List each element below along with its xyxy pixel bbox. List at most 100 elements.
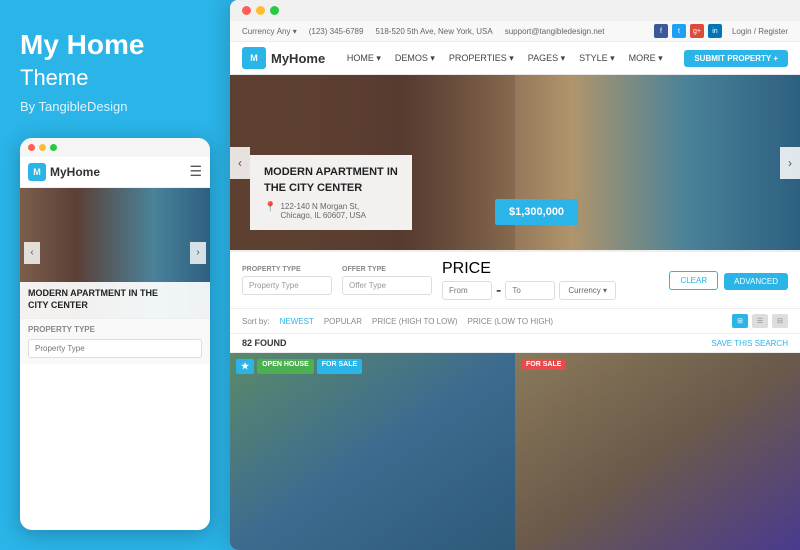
nav-demos[interactable]: DEMOS ▾ — [395, 53, 435, 64]
desktop-logo-text: MyHome — [271, 51, 325, 66]
hero-address-line2: Chicago, IL 60607, USA — [280, 211, 366, 220]
mobile-logo-text: MyHome — [50, 165, 100, 179]
desktop-logo-icon: M — [242, 47, 266, 69]
twitter-icon[interactable]: t — [672, 24, 686, 38]
nav-more[interactable]: MORE ▾ — [629, 53, 663, 64]
sort-label: Sort by: — [242, 317, 270, 326]
hero-content: MODERN APARTMENT IN THE CITY CENTER 📍 12… — [250, 155, 412, 230]
map-view-icon[interactable]: ⊟ — [772, 314, 788, 328]
desktop-hero: ‹ MODERN APARTMENT IN THE CITY CENTER 📍 … — [230, 75, 800, 250]
hamburger-icon[interactable]: ☰ — [189, 163, 202, 180]
property-type-field: PROPERTY TYPE Property Type — [242, 266, 332, 295]
linkedin-icon[interactable]: in — [708, 24, 722, 38]
nav-properties[interactable]: PROPERTIES ▾ — [449, 53, 514, 64]
advanced-button[interactable]: ADVANCED — [724, 273, 788, 290]
mobile-mockup: M MyHome ☰ ‹ › MODERN APARTMENT IN THE C… — [20, 138, 210, 530]
hero-address-line1: 122-140 N Morgan St, — [280, 202, 359, 211]
email-info: support@tangibledesign.net — [505, 27, 605, 36]
mobile-property-type-section: PROPERTY TYPE Property Type — [20, 318, 210, 364]
submit-property-label: SUBMIT PROPERTY + — [694, 54, 778, 63]
desktop-header: Currency Any ▾ (123) 345-6789 518-520 5t… — [230, 21, 800, 75]
mobile-next-button[interactable]: › — [190, 242, 206, 264]
price-to-input[interactable] — [505, 281, 555, 300]
login-link[interactable]: Login / Register — [732, 27, 788, 36]
view-icons: ⊞ ☰ ⊟ — [732, 314, 788, 328]
currency-dropdown[interactable]: Currency ▾ — [559, 281, 616, 300]
mobile-logo: M MyHome — [28, 163, 100, 181]
save-search-link[interactable]: SAVE THIS SEARCH — [711, 339, 788, 348]
listing-badges-1: ★ OPEN HOUSE FOR SALE — [236, 359, 362, 374]
mobile-prev-button[interactable]: ‹ — [24, 242, 40, 264]
desktop-top-bar — [230, 0, 800, 21]
listing-image-2 — [515, 353, 800, 550]
mobile-hero: ‹ › MODERN APARTMENT IN THE CITY CENTER — [20, 188, 210, 318]
sort-newest[interactable]: NEWEST — [280, 317, 314, 326]
theme-by: By TangibleDesign — [20, 99, 210, 114]
listings: ★ OPEN HOUSE FOR SALE FOR SALE — [230, 353, 800, 550]
mobile-property-type-label: PROPERTY TYPE — [28, 325, 202, 334]
list-view-icon[interactable]: ☰ — [752, 314, 768, 328]
for-sale-badge-1: FOR SALE — [317, 359, 362, 374]
hero-price: $1,300,000 — [509, 206, 564, 218]
hero-price-button[interactable]: $1,300,000 — [495, 199, 578, 225]
googleplus-icon[interactable]: g+ — [690, 24, 704, 38]
desktop-dot-red — [242, 6, 251, 15]
mobile-top-bar — [20, 138, 210, 157]
mobile-property-type-select[interactable]: Property Type — [28, 339, 202, 358]
desktop-dot-yellow — [256, 6, 265, 15]
listing-card-1[interactable]: ★ OPEN HOUSE FOR SALE — [230, 353, 515, 550]
desktop-nav-links: HOME ▾ DEMOS ▾ PROPERTIES ▾ PAGES ▾ STYL… — [347, 53, 663, 64]
right-panel: Currency Any ▾ (123) 345-6789 518-520 5t… — [230, 0, 800, 550]
search-bar: PROPERTY TYPE Property Type OFFER TYPE O… — [230, 250, 800, 309]
sort-price-low[interactable]: PRICE (LOW TO HIGH) — [468, 317, 554, 326]
sort-popular[interactable]: POPULAR — [324, 317, 362, 326]
price-inputs: - Currency ▾ — [442, 281, 616, 300]
for-sale-badge-2: FOR SALE — [521, 359, 566, 370]
found-bar: 82 FOUND SAVE THIS SEARCH — [230, 334, 800, 353]
desktop-logo: M MyHome — [242, 47, 325, 69]
hero-next-button[interactable]: › — [780, 147, 800, 179]
hero-title: MODERN APARTMENT IN THE CITY CENTER — [264, 165, 398, 196]
nav-style[interactable]: STYLE ▾ — [579, 53, 615, 64]
address-info: 518-520 5th Ave, New York, USA — [375, 27, 492, 36]
hero-prev-button[interactable]: ‹ — [230, 147, 250, 179]
mobile-hero-overlay: MODERN APARTMENT IN THE CITY CENTER — [20, 282, 210, 317]
desktop-nav: M MyHome HOME ▾ DEMOS ▾ PROPERTIES ▾ PAG… — [230, 42, 800, 74]
price-dash: - — [496, 282, 501, 300]
mobile-dot-yellow — [39, 144, 46, 151]
grid-view-icon[interactable]: ⊞ — [732, 314, 748, 328]
open-house-badge: OPEN HOUSE — [257, 359, 314, 374]
mobile-dot-green — [50, 144, 57, 151]
location-icon: 📍 — [264, 202, 276, 213]
theme-title: My Home — [20, 30, 210, 61]
results-bar: Sort by: NEWEST POPULAR PRICE (HIGH TO L… — [230, 309, 800, 334]
desktop-dot-green — [270, 6, 279, 15]
desktop-header-top: Currency Any ▾ (123) 345-6789 518-520 5t… — [230, 21, 800, 42]
price-from-input[interactable] — [442, 281, 492, 300]
contact-info: Currency Any ▾ (123) 345-6789 518-520 5t… — [242, 27, 604, 36]
price-label: PRICE — [442, 260, 616, 278]
social-icons: f t g+ in Login / Register — [654, 24, 788, 38]
property-type-select[interactable]: Property Type — [242, 276, 332, 295]
star-badge-1: ★ — [236, 359, 254, 374]
offer-type-select[interactable]: Offer Type — [342, 276, 432, 295]
currency-info: Currency Any ▾ — [242, 27, 297, 36]
nav-home[interactable]: HOME ▾ — [347, 53, 381, 64]
listing-card-2[interactable]: FOR SALE — [515, 353, 800, 550]
found-count: 82 FOUND — [242, 338, 287, 348]
search-actions: CLEAR ADVANCED — [669, 271, 788, 290]
facebook-icon[interactable]: f — [654, 24, 668, 38]
nav-pages[interactable]: PAGES ▾ — [528, 53, 565, 64]
listing-image-1 — [230, 353, 515, 550]
theme-subtitle: Theme — [20, 65, 210, 91]
listing-badges-2: FOR SALE — [521, 359, 566, 370]
phone-info: (123) 345-6789 — [309, 27, 364, 36]
property-type-label: PROPERTY TYPE — [242, 266, 332, 273]
offer-type-label: OFFER TYPE — [342, 266, 432, 273]
mobile-dot-red — [28, 144, 35, 151]
mobile-nav: M MyHome ☰ — [20, 157, 210, 188]
clear-button[interactable]: CLEAR — [669, 271, 718, 290]
sort-price-high[interactable]: PRICE (HIGH TO LOW) — [372, 317, 458, 326]
offer-type-field: OFFER TYPE Offer Type — [342, 266, 432, 295]
submit-property-button[interactable]: SUBMIT PROPERTY + — [684, 50, 788, 67]
